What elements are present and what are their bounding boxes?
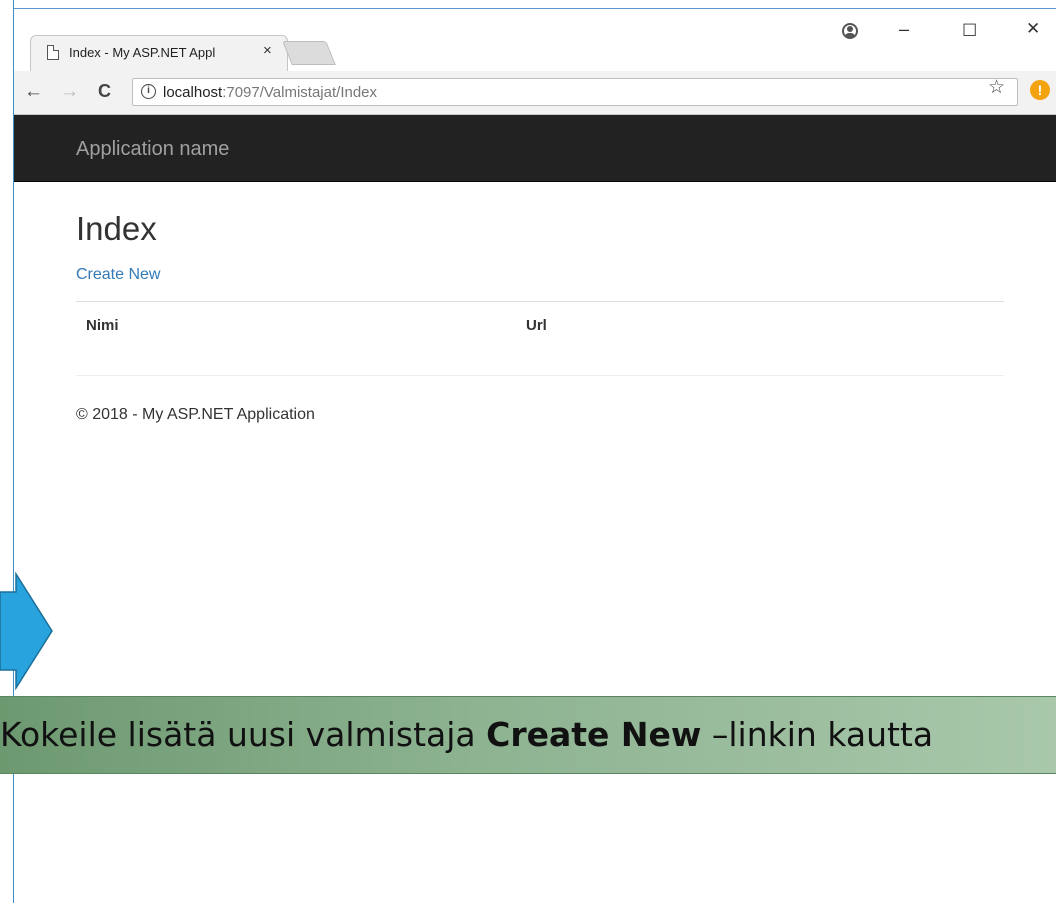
tab-title: Index - My ASP.NET Appl <box>69 45 216 60</box>
url-text[interactable]: localhost:7097/Valmistajat/Index <box>163 84 377 101</box>
app-navbar: Application name <box>14 115 1056 182</box>
caption-text: Kokeile lisätä uusi valmistaja Create Ne… <box>0 715 933 754</box>
right-arrow-icon <box>0 572 53 690</box>
column-header-nimi: Nimi <box>86 317 119 334</box>
url-path: :7097/Valmistajat/Index <box>222 84 378 101</box>
url-host: localhost <box>163 84 223 101</box>
browser-toolbar: ← → C i localhost:7097/Valmistajat/Index… <box>14 71 1056 115</box>
address-bar[interactable]: i localhost:7097/Valmistajat/Index <box>132 78 1018 106</box>
browser-titlebar: Index - My ASP.NET Appl × – ☐ ✕ <box>14 9 1056 71</box>
caption-banner: Kokeile lisätä uusi valmistaja Create Ne… <box>0 696 1056 774</box>
forward-icon[interactable]: → <box>60 81 79 103</box>
maximize-icon[interactable]: ☐ <box>962 21 977 41</box>
column-header-url: Url <box>526 317 547 334</box>
tab-close-icon[interactable]: × <box>263 42 272 59</box>
reload-icon[interactable]: C <box>98 81 111 102</box>
page-title: Index <box>76 210 157 247</box>
back-icon[interactable]: ← <box>24 81 43 103</box>
page-icon <box>47 45 59 60</box>
caption-after: –linkin kautta <box>701 715 934 754</box>
browser-tab[interactable]: Index - My ASP.NET Appl × <box>30 35 288 71</box>
new-tab-button[interactable] <box>282 41 336 65</box>
bookmark-star-icon[interactable]: ☆ <box>988 76 1005 99</box>
minimize-icon[interactable]: – <box>899 19 909 40</box>
caption-bold: Create New <box>486 715 702 754</box>
navbar-brand[interactable]: Application name <box>76 138 229 161</box>
table-top-border <box>76 301 1004 302</box>
footer-divider <box>76 375 1004 376</box>
footer-copyright: © 2018 - My ASP.NET Application <box>76 406 315 423</box>
browser-window: Index - My ASP.NET Appl × – ☐ ✕ ← → C i … <box>14 8 1056 686</box>
close-icon[interactable]: ✕ <box>1026 19 1040 39</box>
caption-before: Kokeile lisätä uusi valmistaja <box>0 715 487 754</box>
extension-alert-icon[interactable]: ! <box>1030 80 1050 100</box>
info-icon[interactable]: i <box>141 84 156 99</box>
create-new-link[interactable]: Create New <box>76 266 160 284</box>
account-icon[interactable] <box>842 23 858 39</box>
